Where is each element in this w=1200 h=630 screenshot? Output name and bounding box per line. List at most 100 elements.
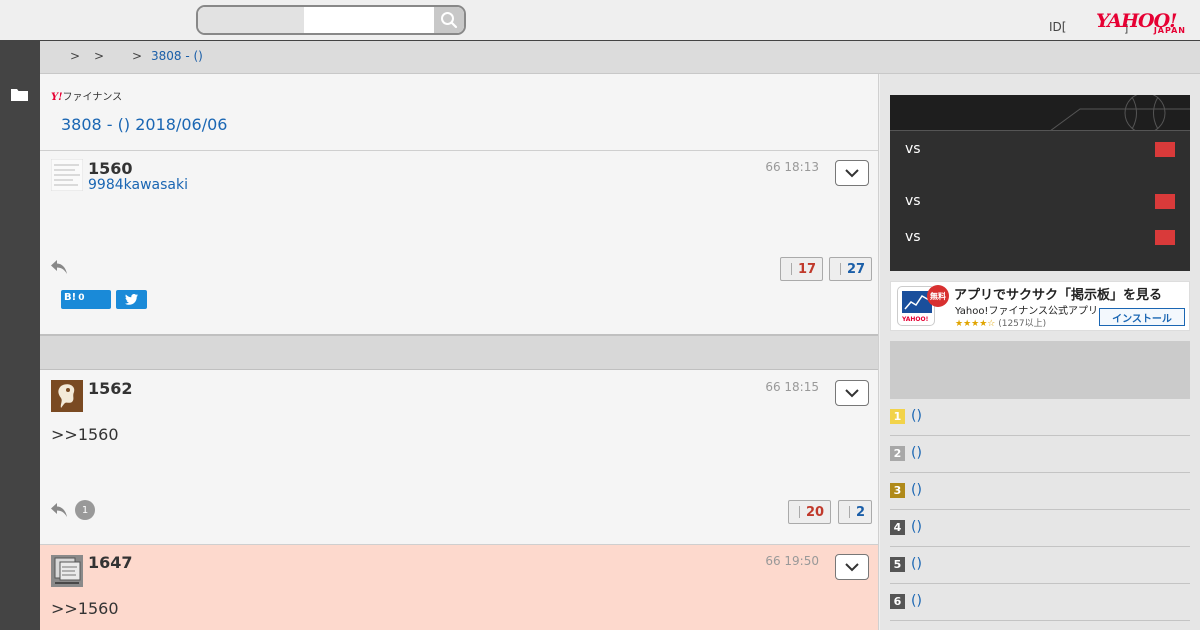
rank-badge: 2 xyxy=(890,446,905,461)
twitter-icon xyxy=(125,294,138,305)
dislike-button[interactable]: 2 xyxy=(838,500,873,524)
rating-stars: ★★★★☆ xyxy=(955,319,996,329)
avatar[interactable] xyxy=(51,555,83,587)
ranking-item[interactable]: 2 () xyxy=(890,436,1190,473)
score-text: vs xyxy=(905,141,921,157)
rank-badge: 6 xyxy=(890,594,905,609)
post-username[interactable]: 9984kawasaki xyxy=(88,177,188,193)
app-banner-title: アプリでサクサク「掲示板」を見る xyxy=(954,288,1163,303)
post-number[interactable]: 1560 xyxy=(88,159,133,178)
like-count: 20 xyxy=(806,504,825,520)
hatena-count: 0 xyxy=(78,293,85,303)
avatar[interactable] xyxy=(51,159,83,191)
reply-icon[interactable] xyxy=(50,502,68,518)
team-flag-icon xyxy=(1155,194,1175,209)
search-button[interactable] xyxy=(434,7,464,33)
post-body: >>1560 xyxy=(51,599,119,618)
hatena-bookmark-button[interactable]: B! 0 xyxy=(61,290,111,309)
reply-count-badge[interactable]: 1 xyxy=(75,500,95,520)
brand-sub: JAPAN xyxy=(1153,26,1186,35)
ranking-item[interactable]: 6 () xyxy=(890,584,1190,621)
top-bar: ID[ ] YAHOO! JAPAN xyxy=(0,0,1200,41)
left-rail xyxy=(0,41,40,630)
ranking-item[interactable]: 4 () xyxy=(890,510,1190,547)
app-banner-subtitle: Yahoo!ファイナンス公式アプリ xyxy=(955,306,1099,317)
avatar[interactable] xyxy=(51,380,83,412)
score-row[interactable]: vs xyxy=(905,193,1185,209)
score-row[interactable]: vs xyxy=(905,141,1185,157)
install-button[interactable]: インストール xyxy=(1099,308,1185,326)
like-count: 17 xyxy=(798,261,817,277)
rating-count: (1257以上) xyxy=(998,319,1047,329)
free-badge: 無料 xyxy=(927,285,949,307)
post-item-highlighted: 1647 66 19:50 >>1560 xyxy=(40,545,878,630)
search-input[interactable] xyxy=(304,7,434,33)
post-number[interactable]: 1562 xyxy=(88,379,133,398)
chevron-down-icon xyxy=(845,168,859,177)
app-rating: ★★★★☆ (1257以上) xyxy=(955,316,1046,329)
score-panel[interactable]: vs vs vs xyxy=(890,95,1190,271)
search-category-area[interactable] xyxy=(198,7,304,33)
like-button[interactable]: 20 xyxy=(788,500,832,524)
post-date: 66 18:15 xyxy=(765,380,819,394)
team-flag-icon xyxy=(1155,230,1175,245)
ranking-item[interactable]: 5 () xyxy=(890,547,1190,584)
right-sidebar: vs vs vs YAHOO! 無料 アプリでサクサク「掲示板」を見る Yaho… xyxy=(880,74,1200,630)
breadcrumb-current[interactable]: 3808 - () xyxy=(151,49,203,63)
twitter-share-button[interactable] xyxy=(116,290,147,309)
ranking-item[interactable]: 3 () xyxy=(890,473,1190,510)
dislike-count: 2 xyxy=(856,504,866,520)
post-date: 66 19:50 xyxy=(765,554,819,568)
ranking-link[interactable]: () xyxy=(911,556,922,572)
rank-badge: 4 xyxy=(890,520,905,535)
post-menu-button[interactable] xyxy=(835,160,869,186)
ranking-link[interactable]: () xyxy=(911,445,922,461)
dislike-count: 27 xyxy=(847,261,866,277)
search-box xyxy=(196,5,466,35)
post-date: 66 18:13 xyxy=(765,160,819,174)
post-menu-button[interactable] xyxy=(835,380,869,406)
breadcrumb-separator: > xyxy=(132,49,143,63)
id-login-link[interactable]: ID[ xyxy=(1049,20,1066,34)
post-menu-button[interactable] xyxy=(835,554,869,580)
finance-logo-mark: Y! xyxy=(51,92,63,103)
score-text: vs xyxy=(905,229,921,245)
rank-badge: 1 xyxy=(890,409,905,424)
yahoo-japan-logo[interactable]: YAHOO! JAPAN xyxy=(1096,10,1188,36)
chevron-down-icon xyxy=(845,562,859,571)
dislike-button[interactable]: 27 xyxy=(829,257,873,281)
ranking-link[interactable]: () xyxy=(911,482,922,498)
app-promo-banner[interactable]: YAHOO! 無料 アプリでサクサク「掲示板」を見る Yahoo!ファイナンス公… xyxy=(890,281,1190,331)
score-row[interactable]: vs xyxy=(905,229,1185,245)
ranking-link[interactable]: () xyxy=(911,519,922,535)
reply-icon[interactable] xyxy=(50,259,68,275)
main-column: Y!ファイナンス 3808 - () 2018/06/06 1560 9984k… xyxy=(40,74,879,630)
breadcrumb-separator: > xyxy=(70,49,81,63)
rank-badge: 5 xyxy=(890,557,905,572)
breadcrumb: > > > 3808 - () xyxy=(40,41,1200,74)
ranking-link[interactable]: () xyxy=(911,593,922,609)
post-item: 1562 66 18:15 >>1560 1 20 2 xyxy=(40,371,878,545)
hatena-label: B! xyxy=(64,292,77,303)
baseball-icon xyxy=(1049,95,1190,131)
post-item: 1560 9984kawasaki 66 18:13 17 27 B! 0 xyxy=(40,151,878,333)
like-button[interactable]: 17 xyxy=(780,257,824,281)
rank-badge: 3 xyxy=(890,483,905,498)
ranking-item[interactable]: 1 () xyxy=(890,399,1190,436)
app-icon-label: YAHOO! xyxy=(902,316,929,323)
post-number[interactable]: 1647 xyxy=(88,553,133,572)
finance-logo[interactable]: Y!ファイナンス xyxy=(51,88,122,103)
ranking-list: 1 () 2 () 3 () 4 () 5 () 6 () xyxy=(890,399,1190,621)
ad-slot xyxy=(890,341,1190,399)
breadcrumb-separator: > xyxy=(94,49,105,63)
page-title[interactable]: 3808 - () 2018/06/06 xyxy=(61,115,227,134)
chevron-down-icon xyxy=(845,388,859,397)
search-icon xyxy=(441,12,458,29)
score-text: vs xyxy=(905,193,921,209)
score-panel-header xyxy=(890,95,1190,131)
ad-band xyxy=(40,334,878,370)
team-flag-icon xyxy=(1155,142,1175,157)
folder-icon[interactable] xyxy=(11,88,28,101)
finance-logo-text: ファイナンス xyxy=(62,92,123,103)
ranking-link[interactable]: () xyxy=(911,408,922,424)
